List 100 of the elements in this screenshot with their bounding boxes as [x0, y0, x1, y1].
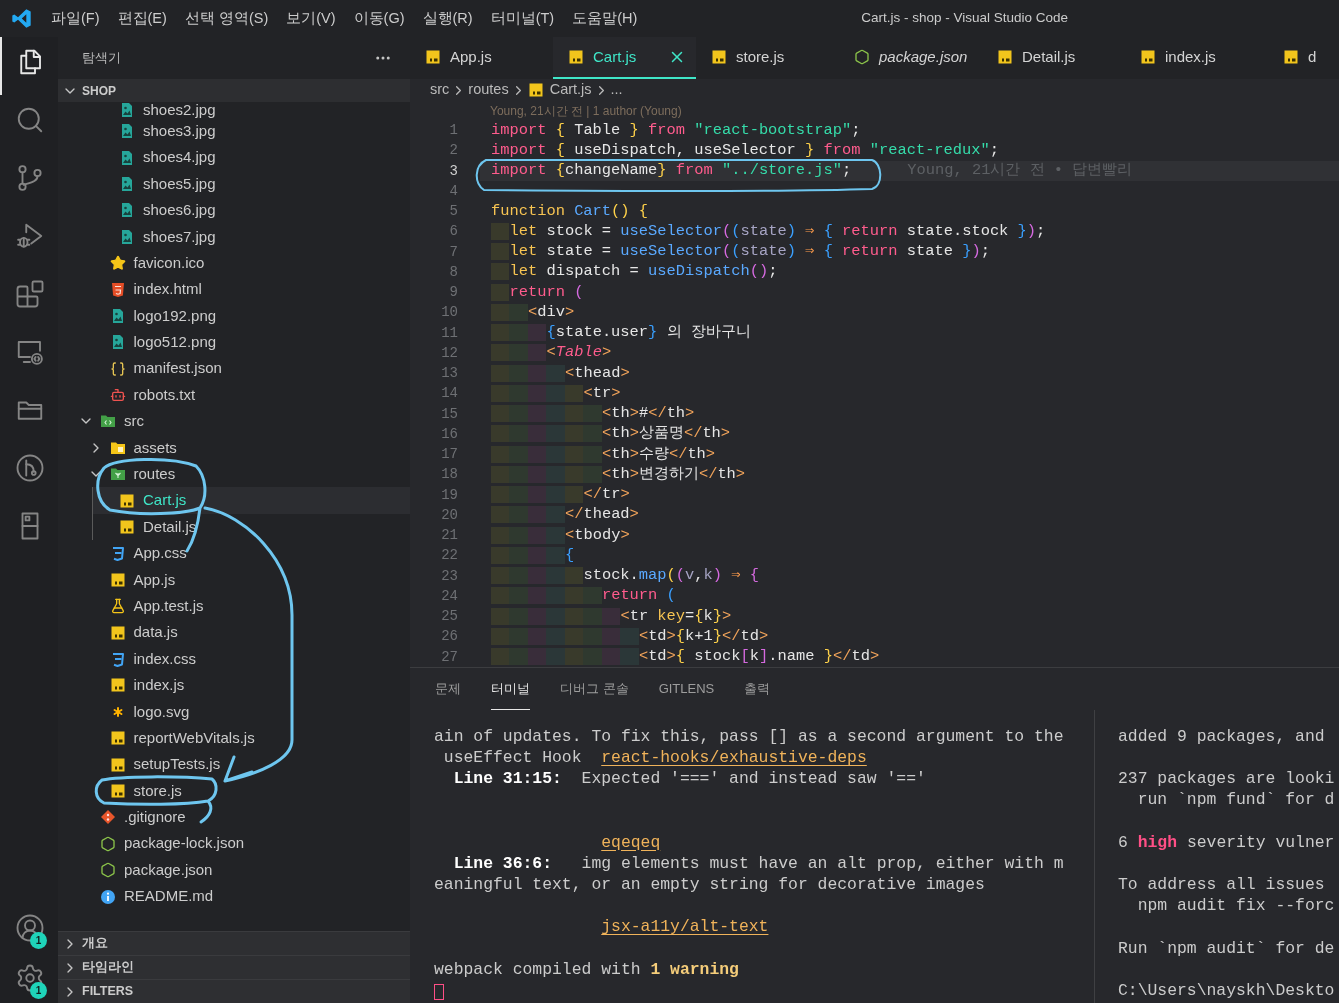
code-line: <Table> — [491, 344, 612, 362]
tree-item[interactable]: index.html — [58, 276, 410, 303]
tree-item[interactable]: manifest.json — [58, 355, 410, 382]
tree-item[interactable]: logo512.png — [58, 329, 410, 356]
panel-tab[interactable]: GITLENS — [658, 667, 715, 710]
code-line: import { useDispatch, useSelector } from "react-redux"; — [491, 141, 1000, 159]
terminal-line: eaningful text, or an empty string for decorative images — [434, 874, 985, 896]
line-number: 22 — [440, 546, 458, 566]
settings-icon — [15, 963, 45, 993]
diamond-icon — [100, 809, 116, 826]
panel-header[interactable]: FILTERS — [58, 979, 410, 1003]
panel-tab[interactable]: 문제 — [435, 667, 461, 710]
breadcrumb-item[interactable]: src — [430, 79, 450, 101]
terminal-line: 6 high severity vulner — [1118, 831, 1335, 853]
tree-item[interactable]: data.js — [58, 619, 410, 646]
menu-item[interactable]: 파일(F) — [42, 3, 109, 34]
menu-item[interactable]: 보기(V) — [277, 3, 345, 34]
code-line: import { Table } from "react-bootstrap"; — [491, 121, 861, 139]
line-number: 10 — [440, 303, 458, 323]
editor-tab[interactable]: Cart.js — [553, 37, 696, 79]
tree-item[interactable]: App.css — [58, 540, 410, 567]
tree-item[interactable]: package-lock.json — [58, 830, 410, 857]
tree-item[interactable]: Detail.js — [93, 513, 410, 541]
breadcrumb-item[interactable]: Cart.js — [527, 79, 592, 101]
terminal-line: To address all issues — [1118, 874, 1325, 896]
menu-item[interactable]: 선택 영역(S) — [175, 3, 278, 34]
tree-item[interactable]: shoes4.jpg — [58, 144, 410, 171]
tree-item[interactable]: .gitignore — [58, 804, 410, 831]
tree-item[interactable]: store.js — [58, 777, 410, 805]
tree-item[interactable]: logo.svg — [58, 698, 410, 725]
tree-item[interactable]: package.json — [58, 856, 410, 884]
panel-tab[interactable]: 출력 — [744, 667, 771, 710]
terminal-line: ain of updates. To fix this, pass [] as a second argument to the — [434, 725, 1064, 747]
menu-item[interactable]: 도움말(H) — [563, 3, 647, 34]
menu-item[interactable]: 터미널(T) — [481, 3, 564, 34]
line-number: 25 — [440, 607, 458, 626]
tree-item[interactable]: shoes7.jpg — [58, 223, 410, 250]
code-line: import {changeName} from "../store.js"; — [491, 162, 852, 180]
tree-item[interactable]: favicon.ico — [58, 249, 410, 277]
tree-item[interactable]: reportWebVitals.js — [58, 725, 410, 752]
tree-item[interactable]: assets — [58, 434, 410, 462]
tree-item[interactable]: App.js — [58, 566, 410, 594]
code-line: <th>상품명</th> — [491, 425, 731, 443]
editor-tab[interactable]: index.js — [1125, 37, 1268, 79]
line-number: 1 — [448, 121, 458, 140]
code-line: </thead> — [491, 506, 639, 524]
terminal-line: Line 36:6: img elements must have an alt prop, either with m — [452, 852, 1064, 875]
star-icon — [109, 255, 126, 272]
editor-tab[interactable]: store.js — [696, 37, 839, 79]
tree-item[interactable]: index.css — [58, 645, 410, 673]
line-number: 4 — [448, 181, 458, 201]
settings-button[interactable]: 1 — [0, 953, 58, 1003]
tree-item[interactable]: setupTests.js — [58, 751, 410, 778]
editor-tab[interactable]: package.json — [839, 37, 982, 79]
terminal-link[interactable]: jsx-a11y/alt-text — [601, 917, 769, 937]
robot-icon — [109, 387, 126, 404]
terminal-link[interactable]: eqeqeq — [601, 832, 661, 852]
menu-item[interactable]: 실행(R) — [413, 3, 482, 34]
folder-icon — [100, 413, 116, 430]
breadcrumb-item[interactable]: routes — [468, 79, 509, 101]
tree-item[interactable]: shoes6.jpg — [58, 197, 410, 224]
editor-tab[interactable]: App.js — [410, 37, 553, 79]
editor-tab[interactable]: d — [1268, 37, 1339, 79]
panel-tab[interactable]: 터미널 — [491, 667, 530, 710]
file-badge-icon — [1283, 49, 1299, 65]
tree-item[interactable]: index.js — [58, 672, 410, 699]
tree-item[interactable]: logo192.png — [58, 302, 410, 330]
tree-item[interactable]: App.test.js — [58, 593, 410, 620]
tree-item[interactable]: robots.txt — [58, 381, 410, 409]
code-line: <td>{k+1}</td> — [491, 627, 769, 645]
code-line: <th>수량</th> — [491, 445, 716, 463]
tree-item[interactable]: shoes3.jpg — [58, 118, 410, 145]
accounts-button[interactable]: 1 — [0, 903, 58, 953]
shield-icon — [109, 281, 126, 298]
file-badge-icon — [119, 492, 135, 509]
tree-item[interactable]: README.md — [58, 883, 410, 910]
logo-icon — [11, 8, 32, 29]
file-badge-icon — [109, 571, 126, 588]
editor-tab[interactable]: Detail.js — [982, 37, 1125, 79]
tree-item[interactable]: shoes5.jpg — [58, 170, 410, 198]
tree-item[interactable]: routes — [58, 461, 410, 488]
code-line: <tr> — [491, 384, 621, 402]
panel-header[interactable]: 타임라인 — [58, 955, 410, 979]
tree-item[interactable]: shoes2.jpg — [58, 102, 410, 118]
menu-item[interactable]: 이동(G) — [344, 3, 414, 34]
code-line: </tr> — [491, 486, 630, 504]
tree-item[interactable]: src — [58, 408, 410, 435]
panel-tab[interactable]: 디버그 콘솔 — [560, 667, 629, 710]
file-badge-icon — [109, 782, 126, 799]
terminal-link[interactable]: react-hooks/exhaustive-deps — [601, 747, 867, 767]
code-line: <th>변경하기</th> — [491, 465, 746, 483]
panel-header[interactable]: 개요 — [58, 931, 410, 955]
sidebar-title: 탐색기 — [82, 49, 121, 68]
line-number: 14 — [440, 384, 458, 404]
notification-badge: 1 — [30, 982, 47, 999]
tree-item[interactable]: Cart.js — [93, 487, 410, 514]
breadcrumb-item[interactable]: ... — [610, 79, 623, 101]
section-header[interactable]: SHOP — [58, 79, 410, 102]
menu-item[interactable]: 편집(E) — [108, 3, 176, 34]
terminal-line: webpack compiled with 1 warning — [434, 958, 739, 980]
